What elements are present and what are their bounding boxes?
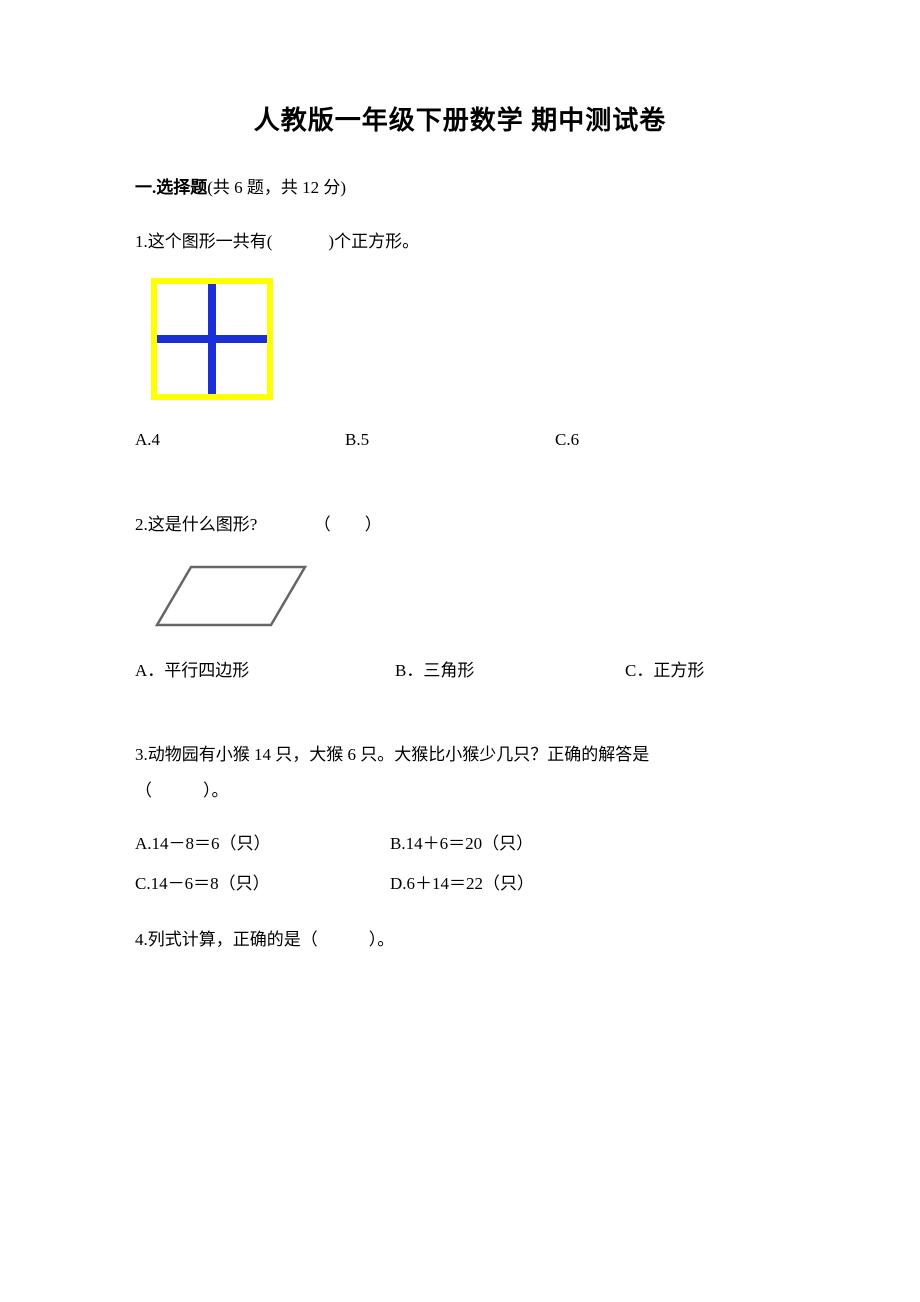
q3-option-c: C.14－6＝8（只） — [135, 868, 390, 900]
q3-option-d: D.6＋14＝22（只） — [390, 868, 534, 900]
q2-text-prefix: 2.这是什么图形? — [135, 515, 257, 534]
q1-blank — [272, 226, 328, 258]
q2-text: 2.这是什么图形? （ ） — [135, 509, 785, 541]
section-detail: (共 6 题，共 12 分) — [207, 178, 346, 197]
page-title: 人教版一年级下册数学 期中测试卷 — [135, 100, 785, 137]
question-3: 3.动物园有小猴 14 只，大猴 6 只。大猴比小猴少几只？正确的解答是 （ ）… — [135, 739, 785, 900]
q3-line1: 3.动物园有小猴 14 只，大猴 6 只。大猴比小猴少几只？正确的解答是 — [135, 739, 785, 771]
q3-options: A.14－8＝6（只） B.14＋6＝20（只） C.14－6＝8（只） D.6… — [135, 828, 785, 901]
parallelogram-icon — [151, 561, 311, 631]
q1-figure — [151, 278, 785, 400]
question-4: 4.列式计算，正确的是（ ）。 — [135, 924, 785, 956]
q2-figure — [151, 561, 785, 631]
q3-option-a: A.14－8＝6（只） — [135, 828, 390, 860]
section-header: 一.选择题(共 6 题，共 12 分) — [135, 173, 785, 198]
q1-option-a: A.4 — [135, 424, 345, 456]
q2-options: A．平行四边形 B．三角形 C．正方形 — [135, 655, 785, 687]
q1-text-prefix: 1.这个图形一共有( — [135, 232, 272, 251]
q4-text: 4.列式计算，正确的是（ ）。 — [135, 924, 785, 956]
q1-text: 1.这个图形一共有( )个正方形。 — [135, 226, 785, 258]
q2-option-b: B．三角形 — [395, 655, 625, 687]
q2-option-a: A．平行四边形 — [135, 655, 395, 687]
q3-line2: （ ）。 — [135, 775, 785, 807]
q1-option-c: C.6 — [555, 424, 579, 456]
square-cross-icon — [151, 278, 273, 400]
question-2: 2.这是什么图形? （ ） A．平行四边形 B．三角形 C．正方形 — [135, 509, 785, 688]
q1-text-suffix: )个正方形。 — [328, 232, 419, 251]
q1-options: A.4 B.5 C.6 — [135, 424, 785, 456]
q3-option-b: B.14＋6＝20（只） — [390, 828, 533, 860]
q2-option-c: C．正方形 — [625, 655, 704, 687]
question-1: 1.这个图形一共有( )个正方形。 A.4 B.5 C.6 — [135, 226, 785, 457]
q2-paren: （ ） — [314, 515, 382, 534]
q1-option-b: B.5 — [345, 424, 555, 456]
horizontal-line — [157, 335, 267, 343]
section-label: 一.选择题 — [135, 178, 207, 197]
